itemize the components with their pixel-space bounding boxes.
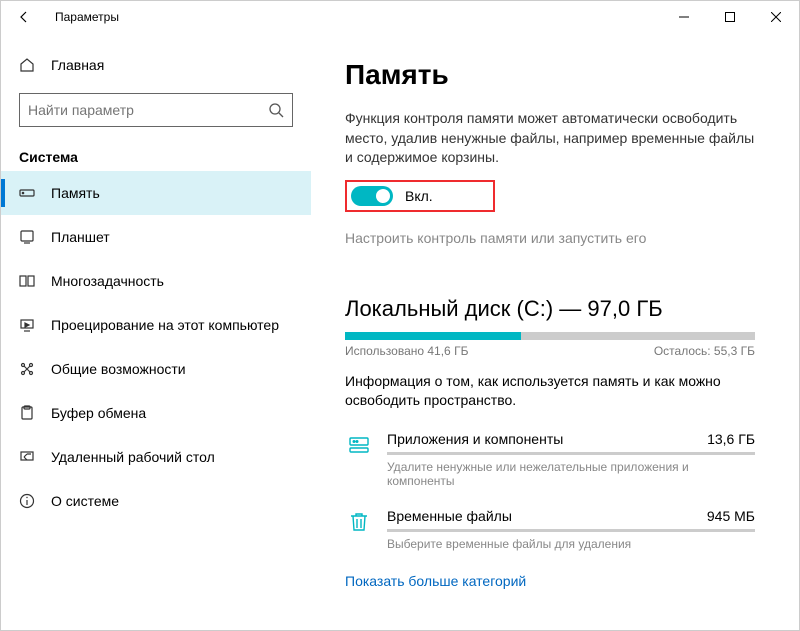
home-label: Главная — [51, 57, 104, 73]
apps-icon — [345, 431, 373, 459]
sidebar-item-clipboard[interactable]: Буфер обмена — [1, 391, 311, 435]
sidebar-item-tablet[interactable]: Планшет — [1, 215, 311, 259]
sidebar-item-multitasking[interactable]: Многозадачность — [1, 259, 311, 303]
home-icon — [17, 57, 37, 73]
window-title: Параметры — [55, 10, 119, 24]
category-size: 13,6 ГБ — [707, 431, 755, 447]
category-apps[interactable]: Приложения и компоненты 13,6 ГБ Удалите … — [345, 431, 755, 488]
sidebar-item-label: Многозадачность — [51, 273, 164, 289]
disk-used-label: Использовано 41,6 ГБ — [345, 344, 468, 358]
sidebar-item-label: Общие возможности — [51, 361, 186, 377]
storage-sense-toggle-highlight: Вкл. — [345, 180, 495, 212]
tablet-icon — [17, 229, 37, 245]
category-name: Приложения и компоненты — [387, 431, 563, 447]
category-name: Временные файлы — [387, 508, 512, 524]
minimize-button[interactable] — [661, 1, 707, 33]
disk-usage-fill — [345, 332, 521, 340]
sidebar: Главная Система Память Планшет Многозада… — [1, 33, 311, 630]
disk-desc: Информация о том, как используется памят… — [345, 372, 765, 411]
sidebar-item-label: Буфер обмена — [51, 405, 146, 421]
sidebar-item-label: Планшет — [51, 229, 110, 245]
category-temp[interactable]: Временные файлы 945 МБ Выберите временны… — [345, 508, 755, 551]
sidebar-item-projecting[interactable]: Проецирование на этот компьютер — [1, 303, 311, 347]
home-nav[interactable]: Главная — [1, 51, 311, 79]
category-bar — [387, 529, 755, 532]
configure-storage-sense-link[interactable]: Настроить контроль памяти или запустить … — [345, 230, 775, 246]
clipboard-icon — [17, 405, 37, 421]
projecting-icon — [17, 317, 37, 333]
toggle-state-label: Вкл. — [405, 188, 433, 204]
sidebar-item-label: Проецирование на этот компьютер — [51, 317, 279, 333]
maximize-button[interactable] — [707, 1, 753, 33]
back-button[interactable] — [15, 8, 33, 26]
category-bar — [387, 452, 755, 455]
search-input[interactable] — [28, 102, 268, 118]
sidebar-item-label: О системе — [51, 493, 119, 509]
storage-icon — [17, 185, 37, 201]
sidebar-item-storage[interactable]: Память — [1, 171, 311, 215]
search-icon — [268, 102, 284, 118]
search-box[interactable] — [19, 93, 293, 127]
page-title: Память — [345, 59, 775, 91]
sidebar-item-label: Память — [51, 185, 100, 201]
close-button[interactable] — [753, 1, 799, 33]
disk-usage-bar — [345, 332, 755, 340]
storage-sense-desc: Функция контроля памяти может автоматиче… — [345, 109, 765, 168]
sidebar-item-about[interactable]: О системе — [1, 479, 311, 523]
category-hint: Удалите ненужные или нежелательные прило… — [387, 460, 755, 488]
show-more-link[interactable]: Показать больше категорий — [345, 573, 526, 589]
sidebar-item-label: Удаленный рабочий стол — [51, 449, 215, 465]
trash-icon — [345, 508, 373, 536]
titlebar: Параметры — [1, 1, 799, 33]
disk-title: Локальный диск (C:) — 97,0 ГБ — [345, 296, 775, 322]
section-title: Система — [19, 149, 293, 165]
remote-desktop-icon — [17, 449, 37, 465]
shared-icon — [17, 361, 37, 377]
sidebar-item-shared[interactable]: Общие возможности — [1, 347, 311, 391]
main-panel: Память Функция контроля памяти может авт… — [311, 33, 799, 630]
multitasking-icon — [17, 273, 37, 289]
category-hint: Выберите временные файлы для удаления — [387, 537, 755, 551]
disk-remaining-label: Осталось: 55,3 ГБ — [654, 344, 755, 358]
sidebar-item-remote-desktop[interactable]: Удаленный рабочий стол — [1, 435, 311, 479]
about-icon — [17, 493, 37, 509]
storage-sense-toggle[interactable] — [351, 186, 393, 206]
category-size: 945 МБ — [707, 508, 755, 524]
